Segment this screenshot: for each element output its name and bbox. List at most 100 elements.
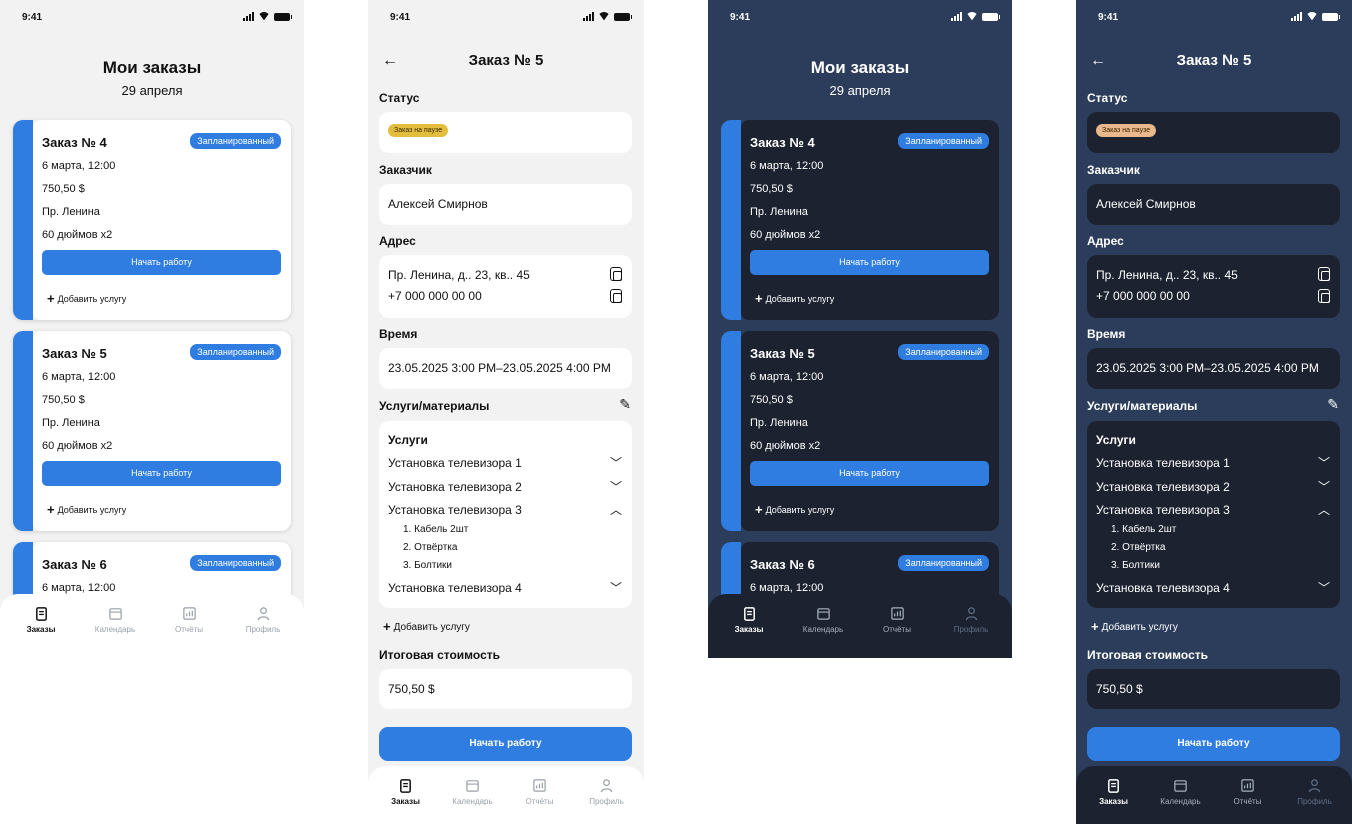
start-work-button[interactable]: Начать работу: [1087, 727, 1340, 761]
tab-orders[interactable]: Заказы: [1080, 766, 1147, 824]
battery-icon: [614, 12, 632, 21]
start-work-button[interactable]: Начать работу: [379, 727, 632, 761]
tab-profile[interactable]: Профиль: [573, 766, 640, 824]
order-address: Пр. Ленина: [750, 417, 808, 429]
status-box: Заказ на паузе: [379, 112, 632, 153]
copy-icon[interactable]: [1318, 289, 1330, 303]
start-work-button[interactable]: Начать работу: [750, 250, 989, 275]
orders-list-screen-dark: 9:41 Мои заказы 29 апреля Заказ № 4 Запл…: [708, 0, 1012, 658]
add-service-button[interactable]: + Добавить услугу: [755, 291, 834, 306]
copy-icon[interactable]: [1318, 267, 1330, 281]
page-date: 29 апреля: [829, 83, 891, 98]
order-address: Пр. Ленина: [42, 417, 100, 429]
calendar-icon: [1174, 780, 1187, 792]
customer-value: Алексей Смирнов: [388, 197, 488, 211]
address-field: Пр. Ленина, д.. 23, кв.. 45 +7 000 000 0…: [1087, 255, 1340, 318]
order-address: Пр. Ленина: [42, 206, 100, 218]
status-time: 9:41: [1098, 12, 1119, 23]
service-item[interactable]: Установка телевизора 2 ﹀: [1096, 480, 1330, 494]
order-price: 750,50 $: [42, 394, 85, 406]
tab-bar: Заказы Календарь Отчёты Профиль: [0, 594, 304, 640]
tab-bar: Заказы Календарь Отчёты Профиль: [368, 766, 644, 824]
service-item[interactable]: Установка телевизора 4 ﹀: [388, 581, 622, 595]
status-badge: Запланированный: [898, 344, 989, 360]
tab-reports[interactable]: Отчёты: [154, 594, 224, 640]
time-field: 23.05.2025 3:00 PM–23.05.2025 4:00 PM: [1087, 348, 1340, 389]
start-work-button[interactable]: Начать работу: [750, 461, 989, 486]
status-badge: Запланированный: [190, 555, 281, 571]
profile-icon: [257, 607, 269, 621]
order-item: 60 дюймов x2: [750, 440, 821, 452]
add-service-button[interactable]: + Добавить услугу: [755, 502, 834, 517]
start-work-button[interactable]: Начать работу: [42, 461, 281, 486]
start-work-button[interactable]: Начать работу: [42, 250, 281, 275]
customer-field: Алексей Смирнов: [379, 184, 632, 225]
tab-reports[interactable]: Отчёты: [1214, 766, 1281, 824]
plus-icon: +: [383, 619, 391, 634]
tab-profile[interactable]: Профиль: [228, 594, 298, 640]
service-item[interactable]: Установка телевизора 1 ﹀: [388, 456, 622, 470]
phone-value: +7 000 000 00 00: [1096, 289, 1190, 303]
tab-profile[interactable]: Профиль: [936, 594, 1006, 658]
order-card[interactable]: Заказ № 5 Запланированный 6 марта, 12:00…: [13, 331, 291, 531]
order-item: 60 дюймов x2: [42, 229, 113, 241]
status-badge[interactable]: Заказ на паузе: [1096, 124, 1157, 137]
tab-calendar[interactable]: Календарь: [788, 594, 858, 658]
battery-icon: [274, 12, 292, 21]
tab-orders[interactable]: Заказы: [714, 594, 784, 658]
customer-label: Заказчик: [1087, 163, 1140, 177]
plus-icon: +: [755, 502, 763, 517]
order-price: 750,50 $: [750, 183, 793, 195]
chevron-down-icon: ﹀: [1317, 456, 1330, 470]
order-address: Пр. Ленина: [750, 206, 808, 218]
service-item[interactable]: Установка телевизора 3 ︿: [388, 503, 622, 517]
status-badge: Запланированный: [190, 344, 281, 360]
order-datetime: 6 марта, 12:00: [42, 160, 116, 172]
service-item[interactable]: Установка телевизора 1 ﹀: [1096, 456, 1330, 470]
battery-icon: [1322, 12, 1340, 21]
copy-icon[interactable]: [610, 289, 622, 303]
service-item[interactable]: Установка телевизора 4 ﹀: [1096, 581, 1330, 595]
customer-label: Заказчик: [379, 163, 432, 177]
add-service-button[interactable]: + Добавить услугу: [47, 291, 126, 306]
status-badge[interactable]: Заказ на паузе: [388, 124, 449, 137]
service-item[interactable]: Установка телевизора 3 ︿: [1096, 503, 1330, 517]
battery-icon: [982, 12, 1000, 21]
time-value: 23.05.2025 3:00 PM–23.05.2025 4:00 PM: [388, 361, 611, 375]
tab-calendar[interactable]: Календарь: [439, 766, 506, 824]
tab-calendar[interactable]: Календарь: [80, 594, 150, 640]
tab-orders[interactable]: Заказы: [6, 594, 76, 640]
reports-icon: [182, 607, 196, 620]
calendar-icon: [108, 608, 122, 620]
services-label: Услуги/материалы: [379, 399, 490, 413]
tab-reports[interactable]: Отчёты: [862, 594, 932, 658]
services-heading: Услуги: [1096, 433, 1136, 447]
page-date: 29 апреля: [121, 83, 183, 98]
address-field: Пр. Ленина, д.. 23, кв.. 45 +7 000 000 0…: [379, 255, 632, 318]
add-service-button[interactable]: + Добавить услугу: [47, 502, 126, 517]
orders-icon: [743, 607, 755, 621]
order-title: Заказ № 5: [42, 346, 107, 361]
services-label: Услуги/материалы: [1087, 399, 1198, 413]
add-service-button[interactable]: + Добавить услугу: [1091, 619, 1178, 634]
plus-icon: +: [47, 502, 55, 517]
tab-calendar[interactable]: Календарь: [1147, 766, 1214, 824]
tab-reports[interactable]: Отчёты: [506, 766, 573, 824]
tab-profile[interactable]: Профиль: [1281, 766, 1348, 824]
service-item[interactable]: Установка телевизора 2 ﹀: [388, 480, 622, 494]
order-title: Заказ № 5: [750, 346, 815, 361]
order-card[interactable]: Заказ № 4 Запланированный 6 марта, 12:00…: [13, 120, 291, 320]
status-label: Статус: [379, 91, 420, 105]
order-card[interactable]: Заказ № 5 Запланированный 6 марта, 12:00…: [721, 331, 999, 531]
order-datetime: 6 марта, 12:00: [750, 582, 824, 594]
tab-bar: Заказы Календарь Отчёты Профиль: [708, 594, 1012, 658]
wifi-icon: [258, 12, 270, 21]
order-card[interactable]: Заказ № 4 Запланированный 6 марта, 12:00…: [721, 120, 999, 320]
add-service-button[interactable]: + Добавить услугу: [383, 619, 470, 634]
address-value: Пр. Ленина, д.. 23, кв.. 45: [1096, 268, 1238, 282]
tab-orders[interactable]: Заказы: [372, 766, 439, 824]
order-detail-screen-light: 9:41 ← Заказ № 5 Статус Заказ на паузе З…: [368, 0, 644, 824]
copy-icon[interactable]: [610, 267, 622, 281]
edit-pencil-icon[interactable]: ✎: [619, 396, 631, 413]
edit-pencil-icon[interactable]: ✎: [1327, 396, 1339, 413]
